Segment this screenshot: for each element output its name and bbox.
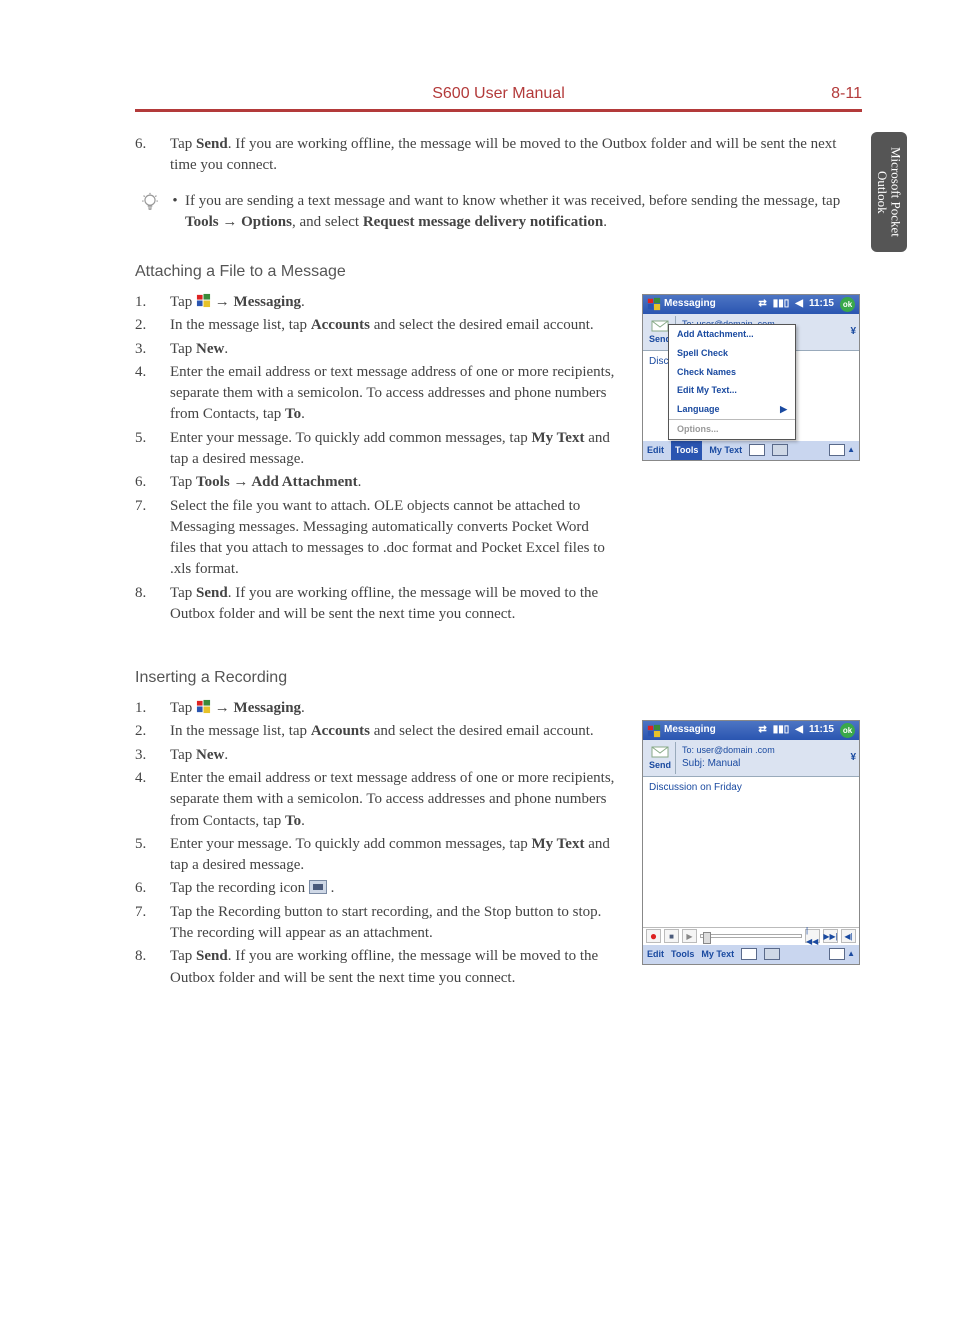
screenshot-recording: Messaging ⇄ ▮▮▯ ◀ 11:15 ok Send [642, 720, 860, 965]
windows-start-icon [647, 724, 661, 738]
volume-icon: ◀ [795, 297, 803, 311]
shot-subj-field[interactable]: Subj: Manual [682, 757, 850, 771]
shot-app-title: Messaging [664, 723, 716, 737]
play-slider[interactable] [700, 934, 802, 938]
signal-icon: ▮▮▯ [773, 723, 790, 737]
expand-icon[interactable]: ¥ [850, 751, 856, 765]
tools-menu: Add Attachment... Spell Check Check Name… [668, 324, 796, 440]
header-rule [135, 109, 862, 112]
record-toolbar-icon [309, 880, 327, 894]
bottom-edit[interactable]: Edit [647, 444, 664, 457]
list-item: 1. Tap → Messaging. [135, 292, 624, 313]
tip-note: • If you are sending a text message and … [135, 191, 862, 234]
send-button[interactable]: Send [646, 742, 676, 774]
list-body: Tap Send. If you are working offline, th… [170, 134, 862, 177]
windows-start-icon [196, 699, 211, 714]
windows-start-icon [196, 293, 211, 308]
up-arrow-icon[interactable]: ▲ [847, 948, 855, 960]
list-item: 4. Enter the email address or text messa… [135, 362, 624, 426]
forward-button[interactable]: ▶▶| [823, 929, 838, 943]
menu-item-edit-my-text[interactable]: Edit My Text... [669, 381, 795, 400]
expand-icon[interactable]: ¥ [850, 325, 856, 339]
shot-body[interactable]: Discussion on Friday [643, 777, 859, 927]
page-header: S600 User Manual 8-11 [135, 85, 862, 109]
sip-icon[interactable] [741, 948, 757, 960]
tip-body: If you are sending a text message and wa… [185, 191, 862, 234]
keyboard-icon[interactable] [829, 444, 845, 456]
page-number: 8-11 [831, 85, 862, 103]
list-item: 5. Enter your message. To quickly add co… [135, 428, 624, 471]
ok-button[interactable]: ok [840, 297, 855, 312]
menu-item-language[interactable]: Language▶ [669, 400, 795, 419]
shot-fields: Send To: user@domain .com Subj: Manual ¥ [643, 740, 859, 777]
list-item: 3. Tap New. [135, 339, 624, 360]
list-item: 3. Tap New. [135, 745, 624, 766]
shot-titlebar: Messaging ⇄ ▮▮▯ ◀ 11:15 ok [643, 721, 859, 740]
shot-to-field[interactable]: To: user@domain .com [682, 744, 850, 757]
list-item: 7. Select the file you want to attach. O… [135, 496, 624, 581]
record-button[interactable]: ● [646, 929, 661, 943]
manual-title: S600 User Manual [432, 85, 565, 103]
menu-item-options[interactable]: Options... [669, 419, 795, 439]
keyboard-icon[interactable] [829, 948, 845, 960]
record-toolbar-icon[interactable] [764, 948, 780, 960]
list-item: 1. Tap → Messaging. [135, 698, 624, 719]
sync-icon: ⇄ [758, 297, 766, 311]
ok-button[interactable]: ok [840, 723, 855, 738]
submenu-arrow-icon: ▶ [780, 403, 787, 416]
list-number: 6. [135, 134, 170, 177]
list-item: 5. Enter your message. To quickly add co… [135, 834, 624, 877]
rewind-button[interactable]: |◀◀ [805, 929, 820, 943]
tip-bullet: • [165, 191, 185, 212]
windows-start-icon [647, 297, 661, 311]
lightbulb-icon [135, 191, 165, 218]
record-toolbar-icon[interactable] [772, 444, 788, 456]
screenshot-attach: Messaging ⇄ ▮▮▯ ◀ 11:15 ok Send [642, 294, 860, 461]
menu-item-spell-check[interactable]: Spell Check [669, 344, 795, 363]
chapter-tab: Microsoft Pocket Outlook [871, 132, 907, 252]
bottom-edit[interactable]: Edit [647, 948, 664, 961]
list-item: 7. Tap the Recording button to start rec… [135, 902, 624, 945]
bottom-tools[interactable]: Tools [671, 948, 694, 961]
shot-app-title: Messaging [664, 297, 716, 311]
shot-bottombar: Edit Tools My Text ▲ [643, 945, 859, 964]
play-button[interactable]: ▶ [682, 929, 697, 943]
list-item: 2. In the message list, tap Accounts and… [135, 721, 624, 742]
sip-icon[interactable] [749, 444, 765, 456]
list-item: 8. Tap Send. If you are working offline,… [135, 583, 624, 626]
shot-time: 11:15 [809, 297, 834, 311]
signal-icon: ▮▮▯ [773, 297, 790, 311]
up-arrow-icon[interactable]: ▲ [847, 444, 855, 456]
stop-button[interactable]: ■ [664, 929, 679, 943]
shot-titlebar: Messaging ⇄ ▮▮▯ ◀ 11:15 ok [643, 295, 859, 314]
section-title-recording: Inserting a Recording [135, 667, 862, 690]
chapter-tab-label: Microsoft Pocket Outlook [875, 132, 902, 252]
sync-icon: ⇄ [758, 723, 766, 737]
list-item: 4. Enter the email address or text messa… [135, 768, 624, 832]
list-item: 6. Tap the recording icon . [135, 878, 624, 899]
menu-item-add-attachment[interactable]: Add Attachment... [669, 325, 795, 344]
shot-bottombar: Edit Tools My Text ▲ [643, 441, 859, 460]
list-item: 2. In the message list, tap Accounts and… [135, 315, 624, 336]
bottom-mytext[interactable]: My Text [701, 948, 734, 961]
section-title-attach: Attaching a File to a Message [135, 261, 862, 284]
bottom-tools[interactable]: Tools [671, 441, 702, 460]
list-item: 6. Tap Tools → Add Attachment. [135, 472, 624, 493]
bottom-mytext[interactable]: My Text [709, 444, 742, 457]
shot-time: 11:15 [809, 723, 834, 737]
volume-button[interactable]: ◀| [841, 929, 856, 943]
menu-item-check-names[interactable]: Check Names [669, 363, 795, 382]
volume-icon: ◀ [795, 723, 803, 737]
list-item: 8. Tap Send. If you are working offline,… [135, 946, 624, 989]
list-item: 6. Tap Send. If you are working offline,… [135, 134, 862, 177]
recording-toolbar: ● ■ ▶ |◀◀ ▶▶| ◀| [643, 927, 859, 945]
